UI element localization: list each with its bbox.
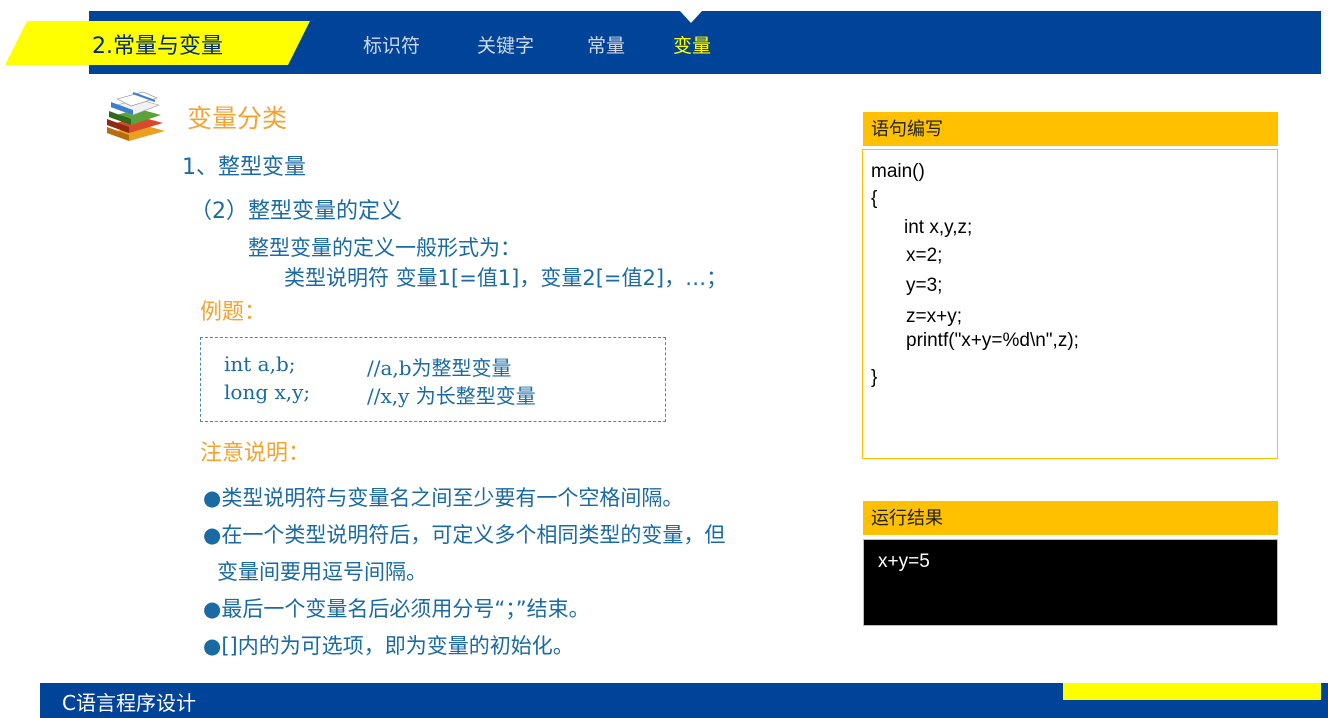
definition-intro: 整型变量的定义一般形式为： <box>248 236 521 260</box>
code-line: main() <box>871 161 925 182</box>
code-line: x=2; <box>906 245 943 266</box>
code-line: { <box>871 188 878 209</box>
code-line: y=3; <box>906 275 943 296</box>
notes-label: 注意说明： <box>200 441 311 466</box>
example-comment: //a,b为整型变量 <box>367 356 512 380</box>
tab-constant[interactable]: 常量 <box>587 31 625 58</box>
code-line: printf("x+y=%d\n",z); <box>906 330 1079 351</box>
note-item: ●类型说明符与变量名之间至少要有一个空格间隔。 <box>203 486 684 510</box>
example-code: int a,b; <box>224 352 296 376</box>
code-line: } <box>871 367 878 388</box>
code-line: z=x+y; <box>906 306 962 327</box>
note-item: ●[]内的为可选项，即为变量的初始化。 <box>203 634 574 658</box>
footer-accent <box>1063 683 1321 700</box>
code-line: int x,y,z; <box>904 217 973 238</box>
sub-subheading: （2）整型变量的定义 <box>190 199 402 224</box>
active-tab-indicator <box>680 11 702 23</box>
tab-variable[interactable]: 变量 <box>673 31 711 58</box>
note-item-continued: 变量间要用逗号间隔。 <box>217 560 427 584</box>
subheading: 1、整型变量 <box>182 155 306 180</box>
note-item: ●在一个类型说明符后，可定义多个相同类型的变量，但 <box>203 523 726 547</box>
section-title: 2.常量与变量 <box>92 34 223 59</box>
example-comment: //x,y 为长整型变量 <box>367 384 536 408</box>
course-title: C语言程序设计 <box>62 691 196 715</box>
tab-keyword[interactable]: 关键字 <box>477 31 534 58</box>
books-icon <box>107 91 165 141</box>
tab-identifier[interactable]: 标识符 <box>363 31 420 58</box>
definition-form: 类型说明符 变量1[=值1]，变量2[=值2]，…； <box>284 266 728 290</box>
example-label: 例题： <box>200 300 267 325</box>
code-panel: main() { int x,y,z; x=2; y=3; z=x+y; pri… <box>862 149 1278 459</box>
example-code: long x,y; <box>224 380 311 404</box>
result-panel-title: 运行结果 <box>863 501 1278 535</box>
code-panel-title: 语句编写 <box>863 112 1278 146</box>
section-heading: 变量分类 <box>187 104 288 133</box>
result-console: x+y=5 <box>863 539 1278 626</box>
result-output: x+y=5 <box>878 551 930 572</box>
note-item: ●最后一个变量名后必须用分号“；”结束。 <box>203 597 590 621</box>
